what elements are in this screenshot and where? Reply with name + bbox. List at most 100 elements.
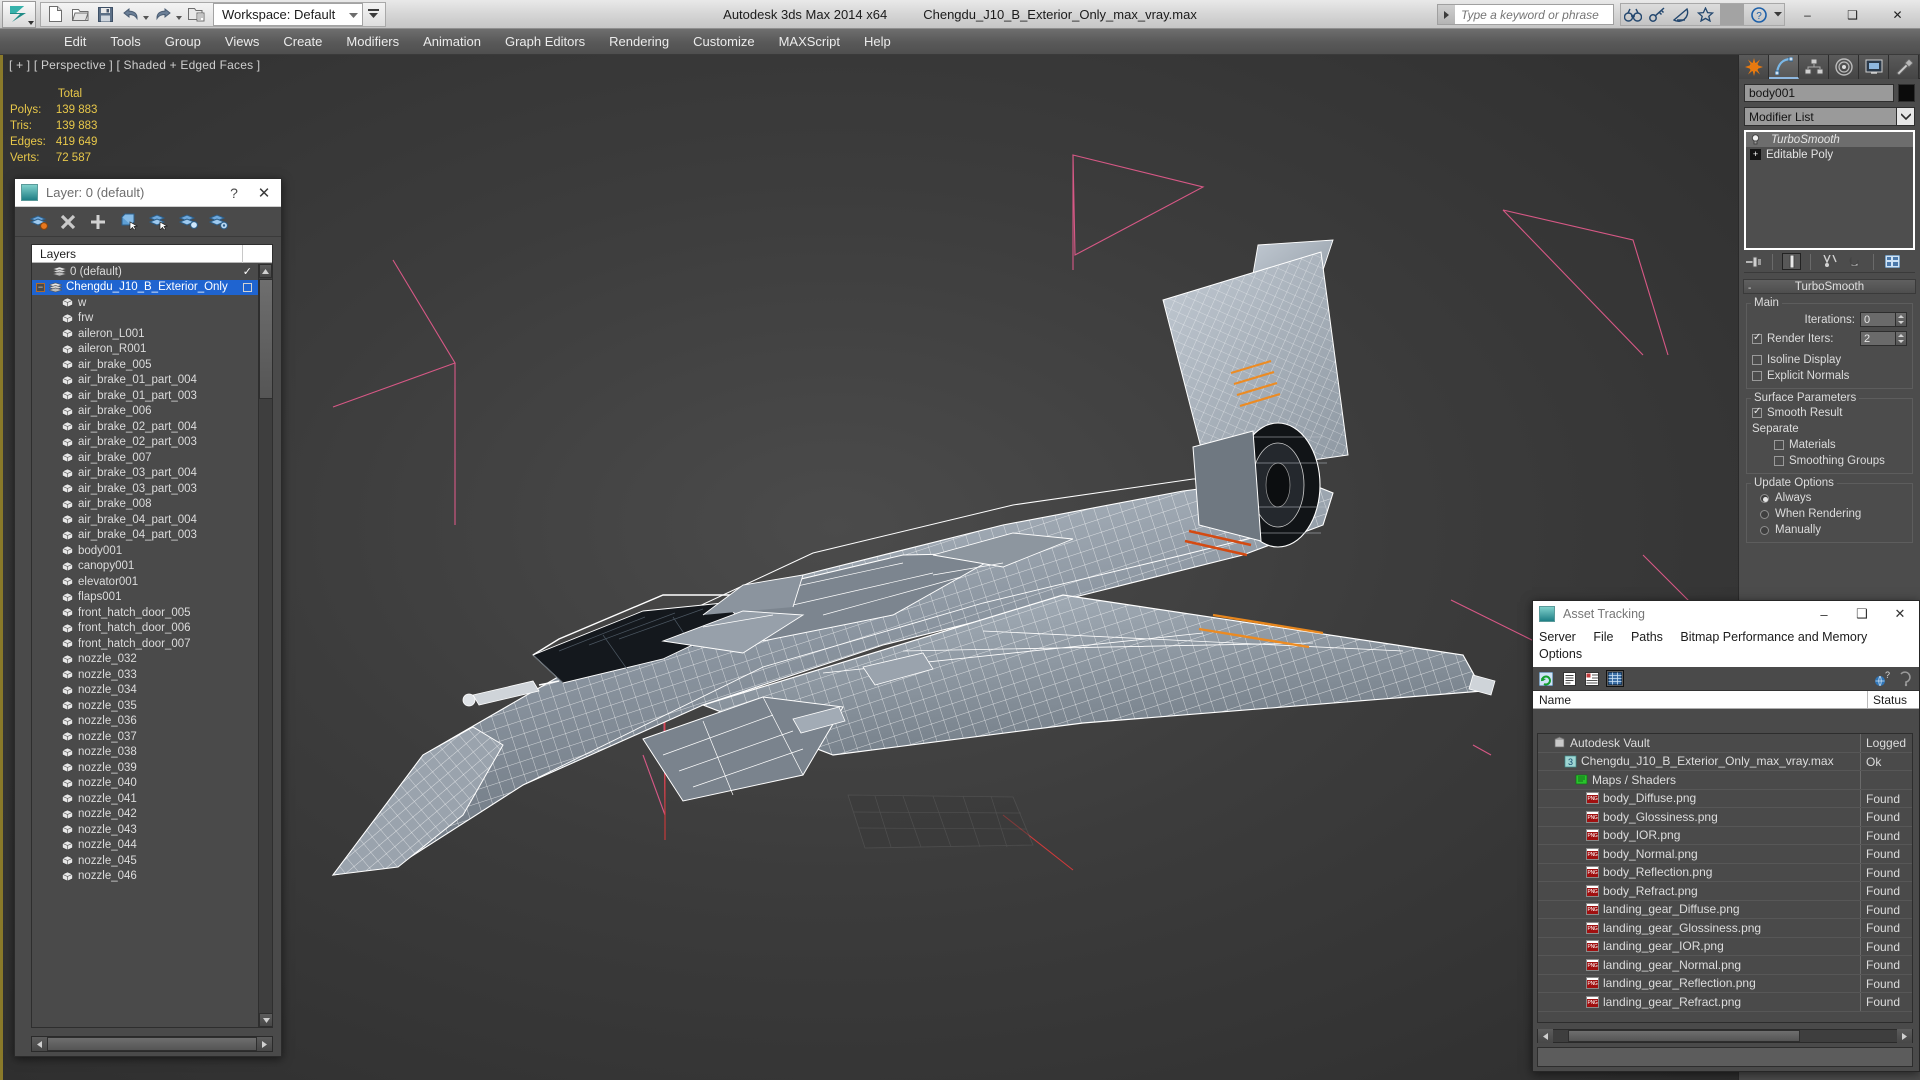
redo-dropdown-icon[interactable]	[176, 15, 182, 20]
pin-stack-icon[interactable]	[1744, 253, 1763, 270]
smoothing-groups-checkbox[interactable]	[1774, 456, 1784, 466]
layer-row[interactable]: air_brake_007	[32, 450, 258, 466]
layer-row[interactable]: nozzle_037	[32, 729, 258, 745]
asset-row[interactable]: body_Reflection.png Found	[1538, 863, 1912, 882]
manually-radio[interactable]	[1760, 525, 1769, 535]
layer-row[interactable]: nozzle_035	[32, 698, 258, 714]
satellite-dish-icon[interactable]	[1669, 4, 1693, 25]
layer-row[interactable]: nozzle_032	[32, 652, 258, 668]
set-project-folder-icon[interactable]	[184, 3, 209, 26]
scroll-left-icon[interactable]	[1538, 1029, 1553, 1043]
binoculars-icon[interactable]	[1621, 4, 1645, 25]
layer-row[interactable]: nozzle_034	[32, 683, 258, 699]
field-manually[interactable]: Manually	[1752, 524, 1907, 536]
menu-item-maxscript[interactable]: MAXScript	[767, 29, 852, 55]
layer-active-check[interactable]: ✓	[243, 265, 252, 278]
isoline-display-checkbox[interactable]	[1752, 355, 1762, 365]
show-end-result-icon[interactable]	[1782, 253, 1801, 270]
layer-row[interactable]: w	[32, 295, 258, 311]
menu-item-bitmap-performance-and-memory[interactable]: Bitmap Performance and Memory	[1680, 630, 1867, 644]
asset-list-hscrollbar[interactable]	[1537, 1029, 1913, 1043]
asset-row[interactable]: landing_gear_Normal.png Found	[1538, 956, 1912, 975]
asset-row[interactable]: landing_gear_IOR.png Found	[1538, 937, 1912, 956]
expand-icon[interactable]: +	[1750, 149, 1761, 160]
layer-row[interactable]: nozzle_046	[32, 869, 258, 885]
menu-item-views[interactable]: Views	[213, 29, 271, 55]
menu-item-graph-editors[interactable]: Graph Editors	[493, 29, 597, 55]
asset-row[interactable]: landing_gear_Reflection.png Found	[1538, 974, 1912, 993]
close-button[interactable]: ✕	[1875, 1, 1920, 29]
asset-row[interactable]: body_Normal.png Found	[1538, 845, 1912, 864]
turbosmooth-rollout[interactable]: - TurboSmooth Main Iterations: 0 Render …	[1743, 279, 1916, 543]
menu-item-group[interactable]: Group	[153, 29, 213, 55]
field-materials[interactable]: Materials	[1752, 439, 1907, 451]
display-tab[interactable]	[1859, 55, 1889, 79]
layer-hide-toggle[interactable]	[243, 282, 252, 292]
maximize-button[interactable]: ❑	[1843, 601, 1881, 627]
object-color-swatch[interactable]	[1898, 84, 1915, 102]
undo-icon[interactable]	[118, 3, 143, 26]
layer-list-scrollbar[interactable]	[258, 264, 273, 1027]
layer-row[interactable]: air_brake_03_part_004	[32, 466, 258, 482]
asset-row[interactable]: body_IOR.png Found	[1538, 826, 1912, 845]
save-file-icon[interactable]	[93, 3, 118, 26]
render-iters-value[interactable]: 2	[1860, 331, 1896, 346]
refresh-icon[interactable]	[1537, 670, 1555, 687]
add-selection-to-layer-icon[interactable]	[87, 211, 109, 233]
layer-row[interactable]: air_brake_04_part_003	[32, 528, 258, 544]
layer-dialog-titlebar[interactable]: Layer: 0 (default) ? ✕	[15, 179, 281, 207]
layer-properties-icon[interactable]	[207, 211, 229, 233]
asset-tracking-titlebar[interactable]: Asset Tracking – ❑ ✕	[1533, 601, 1919, 627]
menu-item-animation[interactable]: Animation	[411, 29, 493, 55]
menu-item-options[interactable]: Options	[1539, 647, 1582, 661]
layer-row[interactable]: air_brake_005	[32, 357, 258, 373]
field-isoline-display[interactable]: Isoline Display	[1752, 354, 1907, 366]
infocenter-search[interactable]	[1437, 4, 1614, 25]
create-tab[interactable]	[1739, 55, 1769, 79]
layer-row[interactable]: air_brake_008	[32, 497, 258, 513]
scroll-up-icon[interactable]	[259, 264, 272, 278]
layer-row[interactable]: elevator001	[32, 574, 258, 590]
close-icon[interactable]: ✕	[247, 184, 281, 202]
scroll-right-icon[interactable]	[1897, 1029, 1912, 1043]
asset-row[interactable]: landing_gear_Refract.png Found	[1538, 993, 1912, 1012]
menu-item-file[interactable]: File	[1593, 630, 1613, 644]
layer-manager-dialog[interactable]: Layer: 0 (default) ? ✕ Layers 0 (default…	[14, 178, 282, 1057]
layer-row[interactable]: 0 (default) ✓	[32, 264, 258, 280]
collapse-icon[interactable]: -	[1748, 282, 1751, 296]
make-unique-icon[interactable]	[1820, 253, 1839, 270]
customize-qat-button[interactable]	[363, 3, 383, 26]
infocenter-expand-icon[interactable]	[1438, 5, 1455, 24]
layer-row[interactable]: air_brake_04_part_004	[32, 512, 258, 528]
select-highlighted-objects-icon[interactable]	[147, 211, 169, 233]
field-smoothing-groups[interactable]: Smoothing Groups	[1752, 455, 1907, 467]
minimize-button[interactable]: –	[1785, 1, 1830, 29]
layer-row[interactable]: air_brake_02_part_003	[32, 435, 258, 451]
menu-item-paths[interactable]: Paths	[1631, 630, 1663, 644]
details-view-icon[interactable]	[1583, 670, 1601, 687]
menu-item-help[interactable]: Help	[852, 29, 903, 55]
always-radio[interactable]	[1760, 493, 1769, 503]
layer-row[interactable]: body001	[32, 543, 258, 559]
select-objects-in-layer-icon[interactable]	[117, 211, 139, 233]
iterations-spinner[interactable]: 0	[1860, 312, 1907, 327]
star-icon[interactable]	[1693, 4, 1717, 25]
new-file-icon[interactable]	[43, 3, 68, 26]
light-bulb-icon[interactable]	[1750, 134, 1761, 145]
list-view-icon[interactable]	[1560, 670, 1578, 687]
render-iters-checkbox[interactable]	[1752, 332, 1762, 344]
layer-row[interactable]: front_hatch_door_005	[32, 605, 258, 621]
menu-item-edit[interactable]: Edit	[52, 29, 98, 55]
layer-row[interactable]: aileron_R001	[32, 342, 258, 358]
chevron-down-icon[interactable]	[1896, 108, 1914, 125]
help-dropdown-icon[interactable]	[1771, 4, 1784, 25]
rollout-header[interactable]: - TurboSmooth	[1743, 279, 1916, 294]
hscrollbar-thumb[interactable]	[1568, 1030, 1800, 1042]
configure-modifier-sets-icon[interactable]	[1883, 253, 1902, 270]
key-icon[interactable]	[1645, 4, 1669, 25]
layer-row[interactable]: air_brake_01_part_004	[32, 373, 258, 389]
field-always[interactable]: Always	[1752, 492, 1907, 504]
scroll-left-icon[interactable]	[32, 1037, 47, 1051]
help-icon[interactable]: ?	[221, 185, 247, 201]
layer-row[interactable]: nozzle_043	[32, 822, 258, 838]
